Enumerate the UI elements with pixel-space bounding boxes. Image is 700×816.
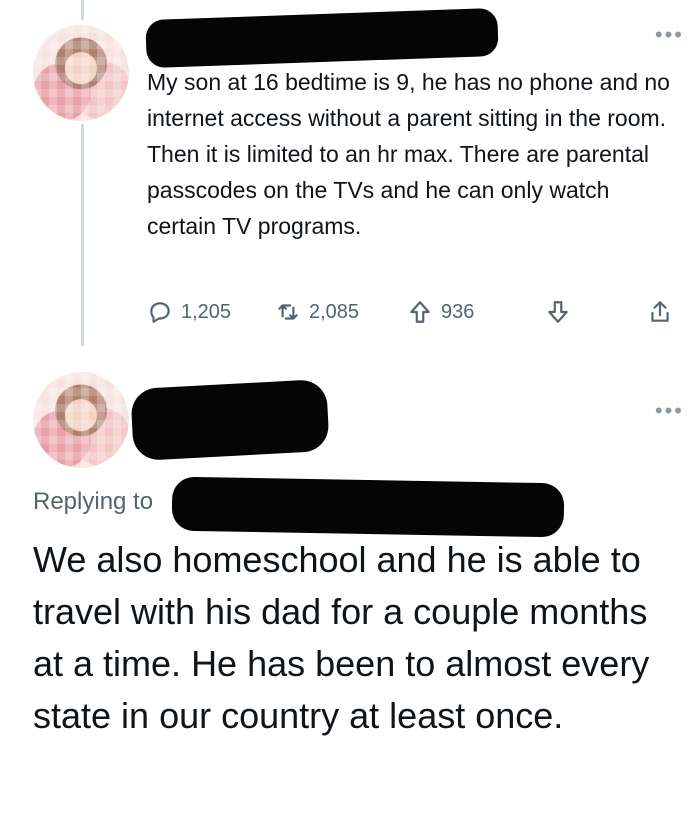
more-dots-icon[interactable]: •••: [655, 22, 684, 48]
thread-line-top: [81, 0, 84, 20]
retweet-icon: [278, 304, 298, 320]
tweet-text: My son at 16 bedtime is 9, he has no pho…: [147, 69, 670, 239]
upvote-arrow-icon: [410, 301, 430, 323]
upvote-count: 936: [441, 300, 475, 323]
retweet-count: 2,085: [309, 300, 360, 323]
reply-icon: [150, 302, 170, 323]
downvote-button[interactable]: [545, 294, 571, 330]
more-dots-icon[interactable]: •••: [655, 398, 684, 424]
downvote-arrow-icon: [548, 301, 568, 323]
share-icon: [651, 301, 669, 322]
upvote-button[interactable]: 936: [407, 294, 474, 330]
tweet-actions: 1,205 2,085 936: [147, 294, 677, 330]
replying-to-label: Replying to: [33, 488, 154, 515]
reply-button[interactable]: 1,205: [147, 294, 231, 330]
redacted-username: [145, 7, 499, 69]
redacted-handle: [171, 476, 565, 538]
tweet-text: We also homeschool and he is able to tra…: [33, 539, 650, 736]
avatar[interactable]: [33, 25, 129, 121]
share-button[interactable]: [647, 294, 673, 330]
thread-line-middle: [81, 124, 84, 346]
redacted-username: [130, 378, 330, 462]
retweet-button[interactable]: 2,085: [275, 294, 359, 330]
reply-count: 1,205: [181, 300, 232, 323]
avatar[interactable]: [33, 372, 129, 468]
